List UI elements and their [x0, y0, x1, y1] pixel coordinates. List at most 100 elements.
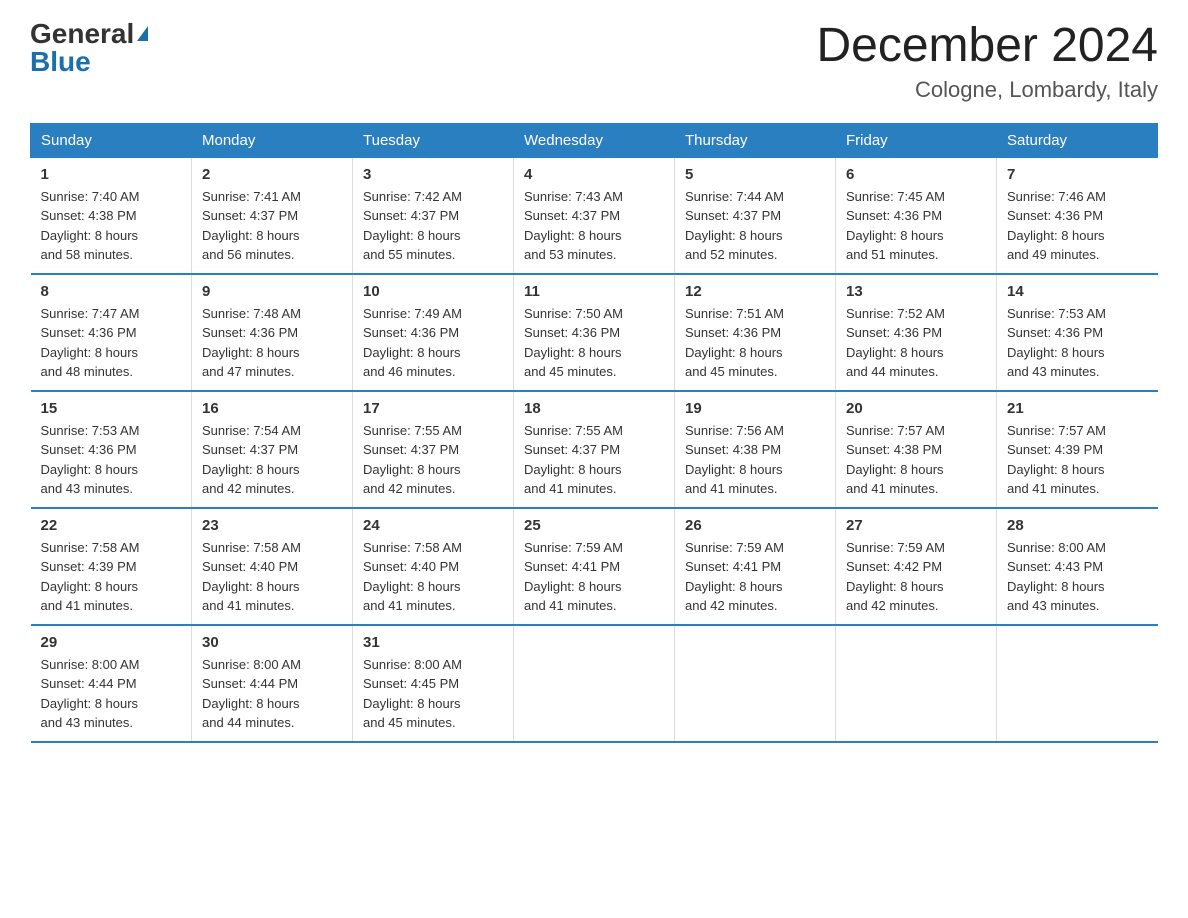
location-subtitle: Cologne, Lombardy, Italy — [816, 77, 1158, 103]
day-info: Sunrise: 7:59 AMSunset: 4:41 PMDaylight:… — [524, 538, 664, 616]
logo: General Blue — [30, 20, 148, 76]
day-info: Sunrise: 7:48 AMSunset: 4:36 PMDaylight:… — [202, 304, 342, 382]
day-number: 28 — [1007, 517, 1148, 534]
day-info: Sunrise: 7:53 AMSunset: 4:36 PMDaylight:… — [41, 421, 182, 499]
calendar-cell: 25 Sunrise: 7:59 AMSunset: 4:41 PMDayligh… — [514, 508, 675, 625]
day-number: 22 — [41, 517, 182, 534]
day-info: Sunrise: 7:57 AMSunset: 4:39 PMDaylight:… — [1007, 421, 1148, 499]
logo-triangle-icon — [137, 26, 148, 41]
calendar-cell: 29 Sunrise: 8:00 AMSunset: 4:44 PMDayligh… — [31, 625, 192, 742]
calendar-cell: 21Sunrise: 7:57 AMSunset: 4:39 PMDayligh… — [997, 391, 1158, 508]
day-info: Sunrise: 8:00 AMSunset: 4:44 PMDaylight:… — [41, 655, 182, 733]
calendar-table: SundayMondayTuesdayWednesdayThursdayFrid… — [30, 123, 1158, 743]
day-info: Sunrise: 7:58 AMSunset: 4:40 PMDaylight:… — [363, 538, 503, 616]
header-saturday: Saturday — [997, 123, 1158, 157]
calendar-cell: 4 Sunrise: 7:43 AMSunset: 4:37 PMDaylight… — [514, 157, 675, 274]
calendar-cell: 2 Sunrise: 7:41 AMSunset: 4:37 PMDaylight… — [192, 157, 353, 274]
calendar-cell: 16 Sunrise: 7:54 AMSunset: 4:37 PMDayligh… — [192, 391, 353, 508]
calendar-cell — [836, 625, 997, 742]
day-number: 31 — [363, 634, 503, 651]
day-number: 9 — [202, 283, 342, 300]
day-info: Sunrise: 7:49 AMSunset: 4:36 PMDaylight:… — [363, 304, 503, 382]
day-number: 25 — [524, 517, 664, 534]
calendar-cell: 30 Sunrise: 8:00 AMSunset: 4:44 PMDayligh… — [192, 625, 353, 742]
day-number: 11 — [524, 283, 664, 300]
calendar-cell: 17 Sunrise: 7:55 AMSunset: 4:37 PMDayligh… — [353, 391, 514, 508]
calendar-cell: 19Sunrise: 7:56 AMSunset: 4:38 PMDayligh… — [675, 391, 836, 508]
day-number: 16 — [202, 400, 342, 417]
month-year-title: December 2024 — [816, 20, 1158, 73]
calendar-cell: 9 Sunrise: 7:48 AMSunset: 4:36 PMDaylight… — [192, 274, 353, 391]
logo-blue-text: Blue — [30, 48, 91, 76]
day-number: 4 — [524, 166, 664, 183]
header-wednesday: Wednesday — [514, 123, 675, 157]
calendar-cell: 26 Sunrise: 7:59 AMSunset: 4:41 PMDayligh… — [675, 508, 836, 625]
calendar-cell: 13Sunrise: 7:52 AMSunset: 4:36 PMDayligh… — [836, 274, 997, 391]
calendar-cell — [675, 625, 836, 742]
calendar-cell: 20 Sunrise: 7:57 AMSunset: 4:38 PMDayligh… — [836, 391, 997, 508]
day-number: 3 — [363, 166, 503, 183]
day-info: Sunrise: 7:55 AMSunset: 4:37 PMDaylight:… — [363, 421, 503, 499]
calendar-week-row: 22Sunrise: 7:58 AMSunset: 4:39 PMDayligh… — [31, 508, 1158, 625]
day-info: Sunrise: 7:41 AMSunset: 4:37 PMDaylight:… — [202, 187, 342, 265]
calendar-cell: 27Sunrise: 7:59 AMSunset: 4:42 PMDayligh… — [836, 508, 997, 625]
calendar-cell: 24 Sunrise: 7:58 AMSunset: 4:40 PMDayligh… — [353, 508, 514, 625]
calendar-cell: 12Sunrise: 7:51 AMSunset: 4:36 PMDayligh… — [675, 274, 836, 391]
calendar-cell — [997, 625, 1158, 742]
day-info: Sunrise: 7:57 AMSunset: 4:38 PMDaylight:… — [846, 421, 986, 499]
calendar-cell: 1Sunrise: 7:40 AMSunset: 4:38 PMDaylight… — [31, 157, 192, 274]
day-info: Sunrise: 8:00 AMSunset: 4:44 PMDaylight:… — [202, 655, 342, 733]
calendar-cell: 3 Sunrise: 7:42 AMSunset: 4:37 PMDaylight… — [353, 157, 514, 274]
calendar-cell: 23Sunrise: 7:58 AMSunset: 4:40 PMDayligh… — [192, 508, 353, 625]
day-number: 24 — [363, 517, 503, 534]
day-number: 17 — [363, 400, 503, 417]
calendar-week-row: 8Sunrise: 7:47 AMSunset: 4:36 PMDaylight… — [31, 274, 1158, 391]
day-info: Sunrise: 7:58 AMSunset: 4:40 PMDaylight:… — [202, 538, 342, 616]
calendar-cell — [514, 625, 675, 742]
day-info: Sunrise: 7:53 AMSunset: 4:36 PMDaylight:… — [1007, 304, 1148, 382]
day-info: Sunrise: 7:50 AMSunset: 4:36 PMDaylight:… — [524, 304, 664, 382]
header-monday: Monday — [192, 123, 353, 157]
day-number: 1 — [41, 166, 182, 183]
calendar-cell: 15 Sunrise: 7:53 AMSunset: 4:36 PMDayligh… — [31, 391, 192, 508]
calendar-cell: 5 Sunrise: 7:44 AMSunset: 4:37 PMDaylight… — [675, 157, 836, 274]
day-info: Sunrise: 7:59 AMSunset: 4:42 PMDaylight:… — [846, 538, 986, 616]
day-number: 26 — [685, 517, 825, 534]
calendar-cell: 11 Sunrise: 7:50 AMSunset: 4:36 PMDayligh… — [514, 274, 675, 391]
day-info: Sunrise: 7:43 AMSunset: 4:37 PMDaylight:… — [524, 187, 664, 265]
day-info: Sunrise: 7:52 AMSunset: 4:36 PMDaylight:… — [846, 304, 986, 382]
calendar-cell: 6Sunrise: 7:45 AMSunset: 4:36 PMDaylight… — [836, 157, 997, 274]
calendar-cell: 10 Sunrise: 7:49 AMSunset: 4:36 PMDayligh… — [353, 274, 514, 391]
day-number: 30 — [202, 634, 342, 651]
day-info: Sunrise: 7:59 AMSunset: 4:41 PMDaylight:… — [685, 538, 825, 616]
calendar-cell: 31Sunrise: 8:00 AMSunset: 4:45 PMDayligh… — [353, 625, 514, 742]
header-friday: Friday — [836, 123, 997, 157]
day-info: Sunrise: 7:42 AMSunset: 4:37 PMDaylight:… — [363, 187, 503, 265]
calendar-cell: 14 Sunrise: 7:53 AMSunset: 4:36 PMDayligh… — [997, 274, 1158, 391]
title-block: December 2024 Cologne, Lombardy, Italy — [816, 20, 1158, 103]
day-number: 2 — [202, 166, 342, 183]
day-info: Sunrise: 7:47 AMSunset: 4:36 PMDaylight:… — [41, 304, 182, 382]
logo-general-text: General — [30, 20, 134, 48]
calendar-cell: 18Sunrise: 7:55 AMSunset: 4:37 PMDayligh… — [514, 391, 675, 508]
day-info: Sunrise: 7:54 AMSunset: 4:37 PMDaylight:… — [202, 421, 342, 499]
day-number: 29 — [41, 634, 182, 651]
day-number: 15 — [41, 400, 182, 417]
calendar-cell: 22Sunrise: 7:58 AMSunset: 4:39 PMDayligh… — [31, 508, 192, 625]
day-number: 19 — [685, 400, 825, 417]
calendar-week-row: 29 Sunrise: 8:00 AMSunset: 4:44 PMDayligh… — [31, 625, 1158, 742]
day-number: 7 — [1007, 166, 1148, 183]
day-number: 12 — [685, 283, 825, 300]
calendar-cell: 28Sunrise: 8:00 AMSunset: 4:43 PMDayligh… — [997, 508, 1158, 625]
header-tuesday: Tuesday — [353, 123, 514, 157]
day-number: 10 — [363, 283, 503, 300]
day-info: Sunrise: 7:44 AMSunset: 4:37 PMDaylight:… — [685, 187, 825, 265]
header-thursday: Thursday — [675, 123, 836, 157]
calendar-cell: 8Sunrise: 7:47 AMSunset: 4:36 PMDaylight… — [31, 274, 192, 391]
day-number: 5 — [685, 166, 825, 183]
calendar-header-row: SundayMondayTuesdayWednesdayThursdayFrid… — [31, 123, 1158, 157]
day-number: 14 — [1007, 283, 1148, 300]
header-sunday: Sunday — [31, 123, 192, 157]
day-number: 20 — [846, 400, 986, 417]
calendar-week-row: 15 Sunrise: 7:53 AMSunset: 4:36 PMDayligh… — [31, 391, 1158, 508]
